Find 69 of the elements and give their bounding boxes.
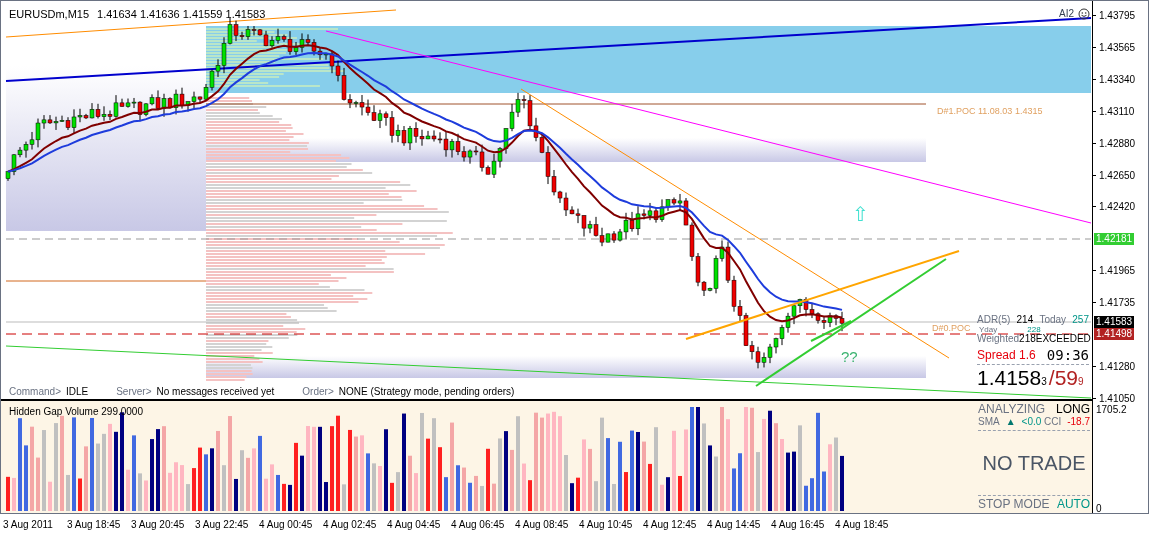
yday-label: Yday — [979, 325, 998, 334]
ask-pip: 9 — [1078, 377, 1084, 387]
time-tick: 4 Aug 08:45 — [515, 517, 570, 532]
sma-trend-icon: ▲ — [1005, 416, 1016, 428]
price-tag: 1.41583 — [1094, 316, 1135, 328]
time-tick: 4 Aug 14:45 — [707, 517, 762, 532]
mode-value: AUTO — [1056, 497, 1090, 511]
bid-pip: 3 — [1041, 377, 1047, 387]
status-label: Order> — [302, 385, 334, 399]
price-tick: 1.41050 — [1099, 391, 1136, 405]
sma-value: <0.0 — [1021, 416, 1042, 428]
time-tick: 4 Aug 12:45 — [643, 517, 698, 532]
adr-value: 214 — [1016, 315, 1034, 325]
cci-label: CCI — [1043, 416, 1062, 428]
adr-label: ADR(5) — [977, 315, 1011, 325]
status-value: No messages received yet — [156, 385, 275, 399]
range-status: EXCEEDED — [1035, 334, 1091, 344]
ask-price: /59 — [1048, 366, 1078, 390]
price-tag: 1.41498 — [1094, 328, 1135, 340]
today-label: Today — [1039, 315, 1067, 325]
time-tick: 4 Aug 04:45 — [387, 517, 442, 532]
mode-label: STOP MODE — [978, 497, 1050, 511]
status-label: Server> — [116, 385, 152, 399]
price-tick: 1.41280 — [1099, 359, 1136, 374]
time-tick: 3 Aug 18:45 — [67, 517, 122, 532]
price-tick: 1.43340 — [1099, 72, 1136, 87]
server-clock: 09:36 — [1046, 348, 1089, 362]
bid-price: 1.4158 — [977, 366, 1042, 390]
time-tick: 3 Aug 2011 — [3, 517, 54, 532]
spread-value: Spread 1.6 — [977, 348, 1036, 362]
price-tick: 1.42420 — [1099, 200, 1136, 215]
trade-decision: NO TRADE — [982, 451, 1086, 476]
price-tick: 1.42880 — [1099, 136, 1136, 151]
price-tick: 1.41965 — [1099, 264, 1136, 279]
sma-label: SMA — [978, 416, 1000, 428]
cci-value: -18.7 — [1067, 416, 1090, 428]
price-tick: 1.43795 — [1099, 9, 1136, 23]
status-label: Command> — [9, 385, 61, 399]
time-tick: 4 Aug 10:45 — [579, 517, 634, 532]
today-value: 257 — [1072, 315, 1089, 325]
time-tick: 3 Aug 22:45 — [195, 517, 250, 532]
signal-marker: ?? — [841, 347, 858, 367]
ohlc-values: 1.41634 1.41636 1.41559 1.41583 — [97, 7, 266, 22]
status-value: NONE (Strategy mode, pending orders) — [338, 385, 515, 399]
time-tick: 4 Aug 02:45 — [323, 517, 378, 532]
weighted-value: 218 — [1019, 334, 1036, 344]
indicator-title: Hidden Gap Volume 299.0000 — [9, 405, 143, 419]
time-tick: 4 Aug 18:45 — [835, 517, 890, 532]
volume-axis-min: 0 — [1096, 502, 1102, 516]
symbol-label: EURUSDm,M15 — [9, 7, 90, 22]
price-tag: 1.42181 — [1094, 233, 1135, 245]
poc-label: D#1.POC 11.08.03 1.4315 — [937, 105, 1043, 118]
price-tick: 1.42650 — [1099, 168, 1136, 183]
price-tick: 1.41735 — [1099, 296, 1136, 311]
trade-direction: LONG — [1056, 403, 1090, 416]
time-tick: 4 Aug 16:45 — [771, 517, 826, 532]
time-tick: 4 Aug 06:45 — [451, 517, 506, 532]
analysis-state: ANALYZING — [978, 403, 1046, 416]
poc-label: D#0.POC — [931, 323, 972, 333]
volume-axis-max: 1705.2 — [1096, 403, 1127, 417]
price-tick: 1.43110 — [1099, 104, 1135, 119]
up-arrow-icon: ⇧ — [852, 204, 869, 224]
price-tick: 1.43565 — [1099, 40, 1136, 55]
time-tick: 3 Aug 20:45 — [131, 517, 186, 532]
yday-value: 228 — [1027, 325, 1041, 334]
time-tick: 4 Aug 00:45 — [259, 517, 314, 532]
weighted-label: Weighted — [977, 334, 1020, 344]
status-value: IDLE — [65, 385, 89, 399]
expert-label: AI2 — [1059, 7, 1074, 21]
